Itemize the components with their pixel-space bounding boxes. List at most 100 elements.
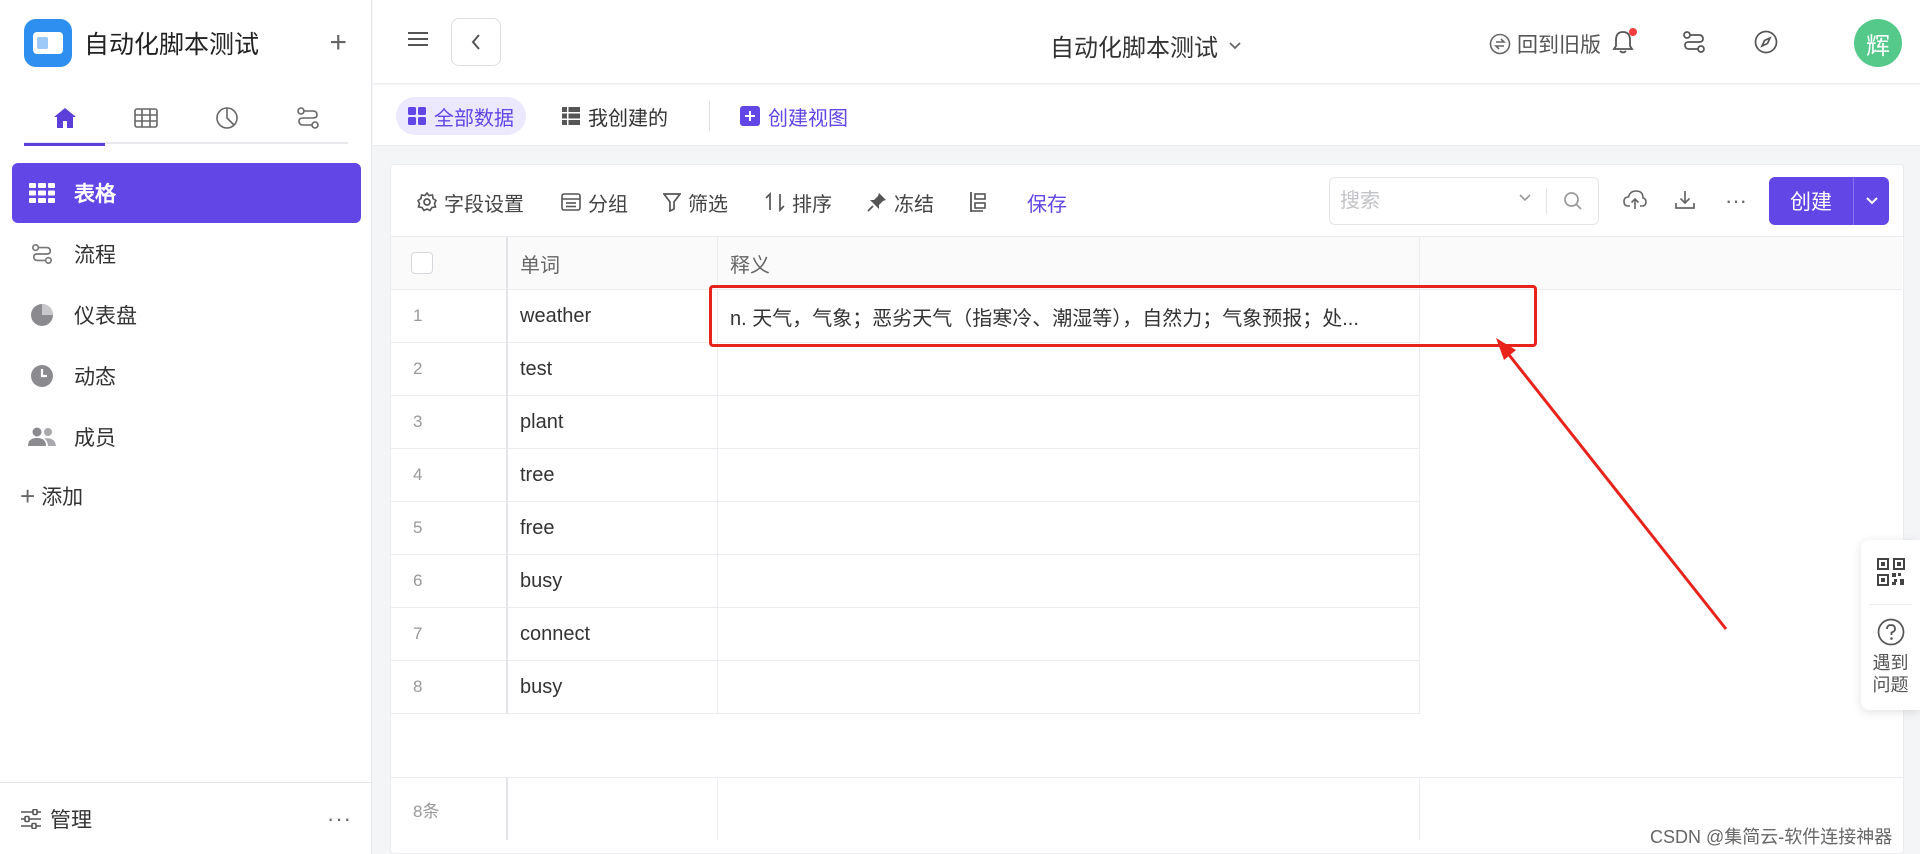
freeze-button[interactable]: 冻结	[867, 188, 934, 216]
back-button[interactable]	[451, 18, 501, 66]
sidebar-item-label: 仪表盘	[74, 305, 137, 328]
chevron-down-icon[interactable]	[1518, 193, 1532, 203]
group-button[interactable]: 分组	[561, 188, 628, 216]
sidebar-item-activity[interactable]: 动态	[12, 346, 361, 406]
row-index: 1	[391, 290, 508, 343]
table-row[interactable]: 8 busy	[391, 661, 1420, 714]
more-options-button[interactable]: ···	[327, 806, 352, 832]
table-row[interactable]: 7 connect	[391, 608, 1420, 661]
table-row[interactable]: 5 free	[391, 502, 1420, 555]
word-cell[interactable]: test	[508, 343, 718, 396]
create-button[interactable]: 创建	[1769, 177, 1889, 225]
manage-bar[interactable]: 管理 ···	[0, 782, 372, 854]
annotation-arrow	[1496, 338, 1728, 630]
flow-icon	[28, 243, 56, 265]
field-settings-button[interactable]: 字段设置	[417, 188, 524, 216]
row-index: 2	[391, 343, 508, 396]
search-input[interactable]	[1340, 189, 1500, 213]
sidebar-item-dashboard[interactable]: 仪表盘	[12, 285, 361, 345]
word-cell[interactable]: plant	[508, 396, 718, 449]
definition-cell[interactable]	[718, 661, 1420, 714]
sidebar: 自动化脚本测试 + 表格 流程 仪表盘 动态 成员 + 添加 管理 ···	[0, 0, 372, 854]
definition-cell[interactable]	[718, 396, 1420, 449]
view-tab-all[interactable]: 全部数据	[396, 97, 526, 135]
row-index: 4	[391, 449, 508, 502]
tab-dashboard[interactable]	[186, 92, 267, 144]
old-version-link[interactable]: 回到旧版	[1489, 29, 1601, 59]
compass-icon[interactable]	[1754, 30, 1778, 54]
definition-cell[interactable]	[718, 449, 1420, 502]
sidebar-item-table[interactable]: 表格	[12, 163, 361, 223]
floating-help-panel: 遇到问题	[1861, 540, 1920, 710]
word-cell[interactable]: free	[508, 502, 718, 555]
download-icon[interactable]	[1674, 189, 1696, 211]
chevron-down-icon[interactable]	[1853, 177, 1889, 225]
sidebar-item-label: 表格	[74, 183, 116, 206]
sort-button[interactable]: 排序	[765, 188, 832, 216]
sidebar-item-flow[interactable]: 流程	[12, 224, 361, 284]
manage-label: 管理	[50, 808, 92, 832]
chevron-down-icon	[1228, 41, 1242, 51]
word-cell[interactable]: busy	[508, 661, 718, 714]
word-cell[interactable]: busy	[508, 555, 718, 608]
filter-button[interactable]: 筛选	[663, 188, 728, 216]
document-title-text: 自动化脚本测试	[1050, 35, 1218, 62]
table-icon	[562, 107, 580, 125]
search-box[interactable]	[1329, 177, 1599, 225]
add-menu-button[interactable]: + 添加	[12, 468, 361, 524]
sidebar-item-label: 流程	[74, 244, 116, 267]
help-button[interactable]: 遇到问题	[1861, 618, 1920, 696]
app-name: 自动化脚本测试	[84, 31, 260, 59]
add-app-button[interactable]: +	[329, 28, 347, 58]
flow-icon[interactable]	[1682, 30, 1706, 54]
search-icon[interactable]	[1563, 191, 1583, 211]
grid-icon	[28, 183, 56, 203]
table-icon	[133, 108, 158, 128]
save-label: 保存	[1027, 193, 1067, 216]
definition-cell[interactable]	[718, 608, 1420, 661]
create-view-button[interactable]: 创建视图	[728, 97, 860, 135]
qr-code-icon[interactable]	[1877, 558, 1905, 586]
dashboard-icon	[215, 106, 239, 130]
view-tab-mine[interactable]: 我创建的	[550, 97, 680, 135]
row-index: 7	[391, 608, 508, 661]
row-index: 6	[391, 555, 508, 608]
sidebar-item-members[interactable]: 成员	[12, 407, 361, 467]
more-icon[interactable]: ···	[1725, 188, 1747, 214]
divider	[709, 101, 710, 131]
word-cell[interactable]: connect	[508, 608, 718, 661]
tab-table[interactable]	[105, 92, 186, 144]
pie-icon	[28, 303, 56, 327]
word-cell[interactable]: tree	[508, 449, 718, 502]
row-height-button[interactable]	[969, 188, 996, 216]
definition-cell[interactable]	[718, 502, 1420, 555]
people-icon	[28, 427, 56, 447]
table-row[interactable]: 2 test	[391, 343, 1420, 396]
select-all-checkbox[interactable]	[411, 252, 433, 274]
definition-cell[interactable]	[718, 343, 1420, 396]
definition-cell[interactable]	[718, 555, 1420, 608]
menu-icon[interactable]	[407, 30, 429, 48]
document-title[interactable]: 自动化脚本测试	[1050, 28, 1242, 63]
avatar[interactable]: 辉	[1854, 19, 1902, 67]
help-label: 遇到问题	[1872, 653, 1909, 695]
bell-icon[interactable]	[1612, 28, 1637, 54]
top-bar: 自动化脚本测试 回到旧版 辉	[373, 0, 1920, 84]
table-row[interactable]: 3 plant	[391, 396, 1420, 449]
table-row[interactable]: 4 tree	[391, 449, 1420, 502]
watermark: CSDN @集简云-软件连接神器	[1650, 827, 1893, 847]
column-header[interactable]: 释义	[718, 237, 1420, 290]
tab-flow[interactable]	[267, 92, 348, 144]
table-row[interactable]: 6 busy	[391, 555, 1420, 608]
home-icon	[52, 106, 78, 130]
word-cell[interactable]: weather	[508, 290, 718, 343]
save-button[interactable]: 保存	[1027, 188, 1067, 216]
tab-home[interactable]	[24, 92, 105, 146]
table-toolbar: 字段设置 分组 筛选 排序 冻结 保存 搜索 ··· 创建	[391, 165, 1903, 237]
filter-label: 筛选	[688, 193, 728, 216]
clock-icon	[28, 364, 56, 388]
gear-icon	[417, 192, 437, 212]
column-header[interactable]: 单词	[508, 237, 718, 290]
upload-icon[interactable]	[1623, 189, 1647, 211]
switch-icon	[1489, 33, 1511, 55]
